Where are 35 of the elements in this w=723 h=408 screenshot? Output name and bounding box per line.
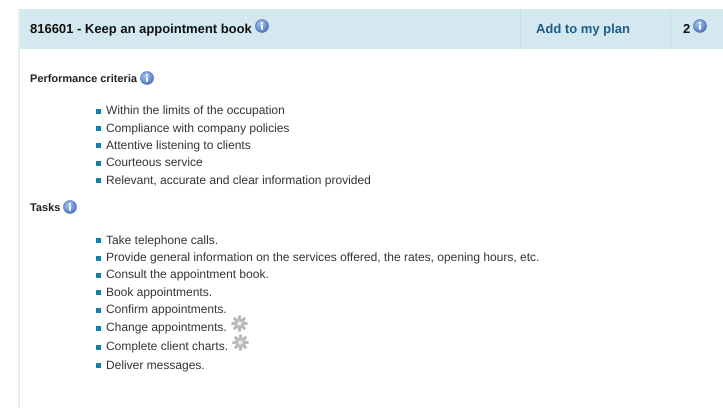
- bullet-icon: [96, 178, 101, 184]
- list-item-text: Change appointments.: [106, 319, 227, 336]
- list-item-text: Relevant, accurate and clear information provided: [106, 172, 371, 189]
- add-to-plan-link[interactable]: Add to my plan: [536, 19, 630, 39]
- info-icon[interactable]: [140, 71, 154, 85]
- count: 2: [683, 20, 690, 38]
- bullet-icon: [96, 363, 101, 368]
- bullet-icon: [96, 272, 101, 278]
- list-item-text: Confirm appointments.: [106, 301, 227, 318]
- info-icon[interactable]: [63, 200, 78, 214]
- bullet-icon: [96, 160, 101, 166]
- bullet-icon: [96, 238, 101, 244]
- list-item-text: Courteous service: [106, 154, 203, 172]
- list-item-text: Take telephone calls.: [106, 232, 218, 249]
- section-heading: Tasks: [30, 202, 60, 214]
- list-item-text: Deliver messages.: [106, 356, 205, 374]
- list-item-text: Compliance with company policies: [106, 120, 290, 137]
- bullet-icon: [96, 108, 101, 114]
- bullet-icon: [96, 256, 101, 261]
- bullet-icon: [96, 344, 101, 350]
- info-icon[interactable]: [254, 19, 269, 34]
- bullet-icon: [96, 290, 101, 296]
- competency-title: 816601 - Keep an appointment book: [30, 20, 252, 38]
- bullet-icon: [96, 326, 101, 331]
- list-item-text: Attentive listening to clients: [106, 136, 251, 154]
- list-item-text: Complete client charts.: [106, 338, 228, 356]
- list-item-text: Book appointments.: [106, 284, 212, 301]
- info-icon[interactable]: [693, 19, 708, 34]
- list-item-text: Consult the appointment book.: [106, 266, 269, 284]
- bullet-icon: [96, 143, 101, 148]
- list-item-text: Within the limits of the occupation: [106, 102, 285, 120]
- bullet-icon: [96, 126, 101, 132]
- bullet-icon: [96, 308, 101, 313]
- section-heading: Performance criteria: [30, 73, 137, 85]
- list-item-text: Provide general information on the services offered, the rates, opening hours, etc.: [106, 249, 540, 266]
